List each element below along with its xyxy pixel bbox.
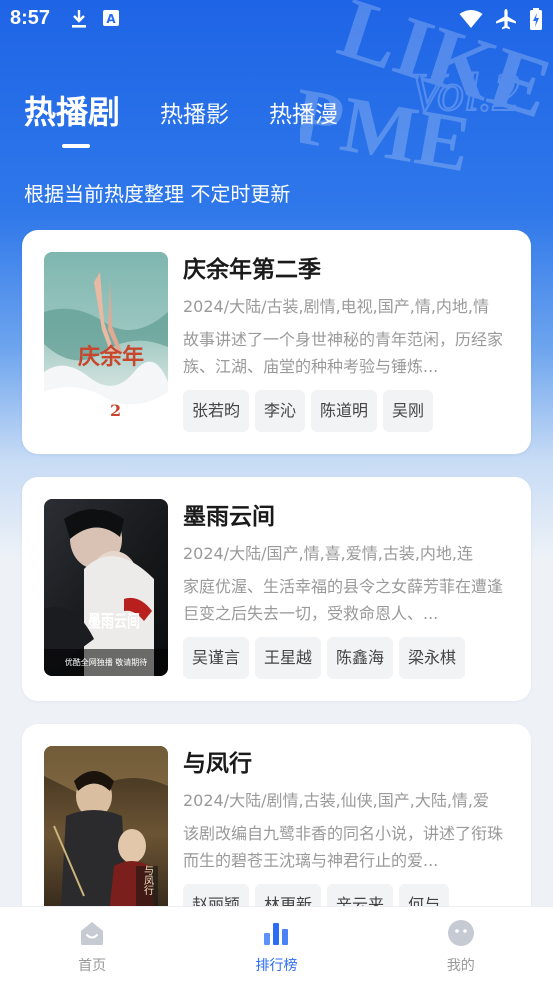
cast-tag[interactable]: 梁永棋 [399, 637, 466, 679]
card-description: 该剧改编自九鹭非香的同名小说，讲述了衔珠而生的碧苍王沈璃与神君行止的爱... [183, 824, 504, 870]
poster-image: 与凤行 [44, 746, 168, 923]
nav-home[interactable]: 首页 [0, 907, 184, 985]
status-time: 8:57 [10, 7, 51, 29]
list-subtitle: 根据当前热度整理 不定时更新 [24, 182, 291, 206]
nav-label: 排行榜 [255, 958, 298, 974]
tab-label: 热播漫 [269, 102, 339, 128]
tab-label: 热播影 [160, 102, 230, 128]
category-tabs: 热播剧 热播影 热播漫 [24, 92, 378, 148]
cast-tag[interactable]: 陈鑫海 [327, 637, 394, 679]
tab-label: 热播剧 [24, 93, 121, 131]
cast-tag[interactable]: 王星越 [255, 637, 322, 679]
ranking-list: 庆余年 2 庆余年第二季 2024/大陆/古装,剧情,电视,国产,情,内地,情 … [22, 230, 531, 971]
poster-season: 2 [110, 401, 121, 420]
status-bar: 8:57 A [0, 0, 553, 40]
poster-title: 与凤行 [142, 865, 154, 896]
list-item[interactable]: 庆余年 2 庆余年第二季 2024/大陆/古装,剧情,电视,国产,情,内地,情 … [22, 230, 531, 454]
card-title: 庆余年第二季 [183, 257, 321, 283]
card-description: 家庭优渥、生活幸福的县令之女薛芳菲在遭逢巨变之后失去一切，受救命恩人、... [183, 577, 504, 623]
svg-text:A: A [106, 12, 116, 26]
wifi-icon [459, 9, 483, 33]
cast-tag[interactable]: 吴谨言 [183, 637, 250, 679]
card-meta: 2024/大陆/国产,情,喜,爱情,古装,内地,连 [183, 544, 474, 563]
cast-tag[interactable]: 吴刚 [383, 390, 434, 432]
card-title: 与凤行 [183, 751, 252, 777]
tab-hot-movies[interactable]: 热播影 [160, 98, 229, 132]
poster-tagline: 优酷全网独播 敬请期待 [65, 657, 148, 667]
poster-title: 墨雨云间 [88, 611, 140, 632]
tab-hot-series[interactable]: 热播剧 [24, 92, 121, 148]
profile-icon [447, 919, 475, 947]
keyboard-a-icon: A [102, 9, 120, 33]
cast-tag[interactable]: 张若昀 [183, 390, 250, 432]
battery-charging-icon [529, 8, 543, 34]
tab-hot-anime[interactable]: 热播漫 [269, 98, 338, 132]
nav-profile[interactable]: 我的 [369, 907, 553, 985]
airplane-icon [495, 8, 517, 34]
svg-text:Vol.2: Vol.2 [410, 62, 520, 122]
ranking-icon [262, 919, 290, 947]
list-item[interactable]: 墨雨云间 优酷全网独播 敬请期待 墨雨云间 2024/大陆/国产,情,喜,爱情,… [22, 477, 531, 701]
active-tab-indicator [62, 144, 90, 148]
download-icon [70, 9, 88, 33]
cast-tag[interactable]: 陈道明 [311, 390, 378, 432]
nav-ranking[interactable]: 排行榜 [184, 907, 368, 985]
cast-tags: 吴谨言 王星越 陈鑫海 梁永棋 [183, 637, 509, 679]
card-description: 故事讲述了一个身世神秘的青年范闲，历经家族、江湖、庙堂的种种考验与锤炼... [183, 330, 504, 376]
poster-title: 庆余年 [78, 344, 144, 370]
card-meta: 2024/大陆/古装,剧情,电视,国产,情,内地,情 [183, 297, 490, 316]
poster-image: 墨雨云间 优酷全网独播 敬请期待 [44, 499, 168, 676]
nav-label: 首页 [78, 958, 107, 974]
nav-label: 我的 [446, 958, 475, 974]
poster-image: 庆余年 2 [44, 252, 168, 429]
bottom-navigation: 首页 排行榜 我的 [0, 906, 553, 985]
cast-tag[interactable]: 李沁 [255, 390, 306, 432]
card-title: 墨雨云间 [183, 504, 275, 530]
cast-tags: 张若昀 李沁 陈道明 吴刚 [183, 390, 509, 432]
card-meta: 2024/大陆/剧情,古装,仙侠,国产,大陆,情,爱 [183, 791, 490, 810]
home-icon [78, 919, 106, 947]
